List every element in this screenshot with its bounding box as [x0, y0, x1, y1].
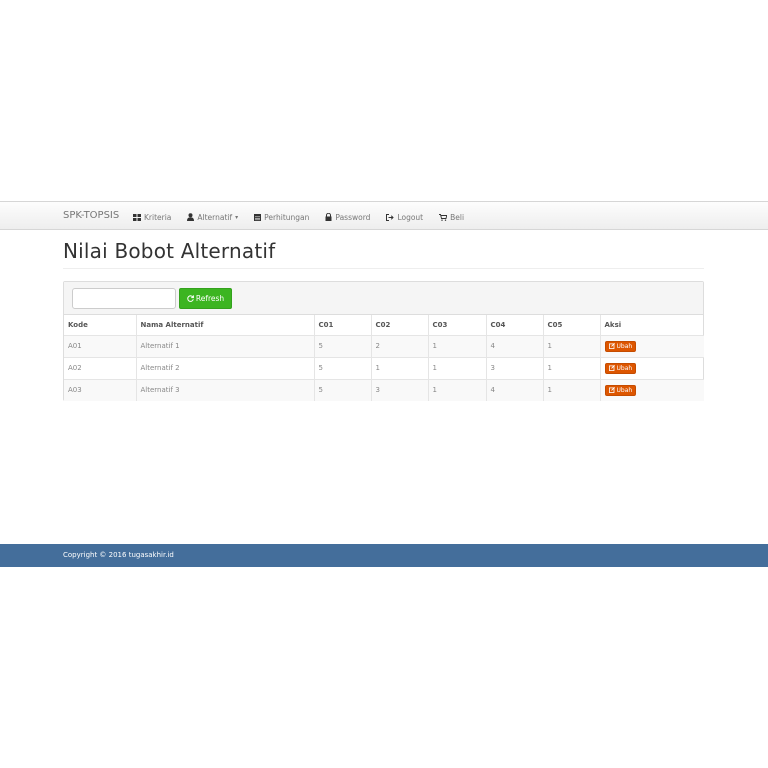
nav-item-password[interactable]: Password: [325, 212, 370, 222]
cell-c01: 5: [314, 357, 372, 380]
panel-toolbar: Refresh: [64, 282, 703, 315]
cell-kode: A01: [64, 335, 137, 358]
cell-nama: Alternatif 2: [136, 357, 315, 380]
edit-icon: [608, 365, 615, 371]
chevron-down-icon: ▾: [235, 213, 239, 221]
search-input[interactable]: [72, 288, 176, 309]
alternatif-table: Kode Nama Alternatif C01 C02 C03 C04 C05…: [64, 315, 704, 401]
nav-item-logout[interactable]: Logout: [386, 212, 423, 222]
cell-nama: Alternatif 1: [136, 335, 315, 358]
th-large-icon: [133, 213, 141, 221]
cell-aksi: Ubah: [600, 357, 704, 380]
table-header-row: Kode Nama Alternatif C01 C02 C03 C04 C05…: [64, 315, 704, 336]
nav-item-beli[interactable]: Beli: [439, 212, 464, 222]
edit-button[interactable]: Ubah: [604, 384, 637, 396]
cell-c02: 1: [371, 357, 429, 380]
nav-item-label: Logout: [397, 212, 424, 222]
cell-c01: 5: [314, 379, 372, 401]
table-row: A03 Alternatif 3 5 3 1 4 1 Ubah: [64, 379, 704, 401]
table-row: A01 Alternatif 1 5 2 1 4 1 Ubah: [64, 335, 704, 358]
cell-c05: 1: [543, 379, 601, 401]
column-header[interactable]: C02: [371, 315, 429, 336]
footer-copyright: Copyright © 2016 tugasakhir.id: [63, 551, 174, 559]
nav-item-alternatif[interactable]: Alternatif ▾: [187, 212, 238, 222]
cell-c04: 3: [486, 357, 544, 380]
nav-item-label: Perhitungan: [264, 212, 310, 222]
cell-nama: Alternatif 3: [136, 379, 315, 401]
calendar-icon: [254, 213, 262, 221]
cell-kode: A02: [64, 357, 137, 380]
navbar: SPK-TOPSIS Kriteria Alternatif ▾ Perhitu…: [0, 201, 768, 230]
nav-item-label: Beli: [450, 212, 465, 222]
refresh-button[interactable]: Refresh: [179, 288, 232, 309]
refresh-label: Refresh: [195, 294, 225, 303]
cell-c01: 5: [314, 335, 372, 358]
alternatif-panel: Refresh Kode Nama Alternatif C01 C02 C03…: [63, 281, 704, 401]
cell-kode: A03: [64, 379, 137, 401]
cell-aksi: Ubah: [600, 335, 704, 358]
cell-c02: 3: [371, 379, 429, 401]
cell-c02: 2: [371, 335, 429, 358]
column-header[interactable]: Nama Alternatif: [136, 315, 315, 336]
refresh-icon: [187, 295, 194, 302]
column-header[interactable]: C03: [428, 315, 487, 336]
shopping-cart-icon: [439, 213, 448, 221]
title-divider: [63, 268, 704, 269]
edit-icon: [608, 343, 615, 349]
nav-item-kriteria[interactable]: Kriteria: [133, 212, 171, 222]
cell-c05: 1: [543, 335, 601, 358]
log-out-icon: [386, 213, 395, 221]
edit-label: Ubah: [616, 364, 633, 372]
nav-item-perhitungan[interactable]: Perhitungan: [254, 212, 309, 222]
cell-c03: 1: [428, 357, 487, 380]
cell-c03: 1: [428, 379, 487, 401]
user-icon: [187, 213, 195, 221]
navbar-brand[interactable]: SPK-TOPSIS: [63, 210, 119, 221]
page-title: Nilai Bobot Alternatif: [63, 239, 276, 263]
edit-button[interactable]: Ubah: [604, 362, 637, 374]
cell-c04: 4: [486, 335, 544, 358]
column-header[interactable]: C01: [314, 315, 372, 336]
navbar-menu: Kriteria Alternatif ▾ Perhitungan Passwo…: [133, 212, 480, 222]
edit-label: Ubah: [616, 386, 633, 394]
column-header[interactable]: C05: [543, 315, 601, 336]
column-header[interactable]: Kode: [64, 315, 137, 336]
lock-icon: [325, 213, 332, 221]
cell-aksi: Ubah: [600, 379, 704, 401]
column-header[interactable]: C04: [486, 315, 544, 336]
nav-item-label: Kriteria: [144, 212, 172, 222]
edit-icon: [608, 387, 615, 394]
cell-c04: 4: [486, 379, 544, 401]
footer: Copyright © 2016 tugasakhir.id: [0, 544, 768, 567]
cell-c03: 1: [428, 335, 487, 358]
edit-button[interactable]: Ubah: [604, 340, 637, 352]
nav-item-label: Alternatif: [197, 212, 233, 222]
edit-label: Ubah: [616, 342, 633, 350]
column-header: Aksi: [600, 315, 704, 336]
table-row: A02 Alternatif 2 5 1 1 3 1 Ubah: [64, 357, 704, 380]
cell-c05: 1: [543, 357, 601, 380]
nav-item-label: Password: [335, 212, 371, 222]
